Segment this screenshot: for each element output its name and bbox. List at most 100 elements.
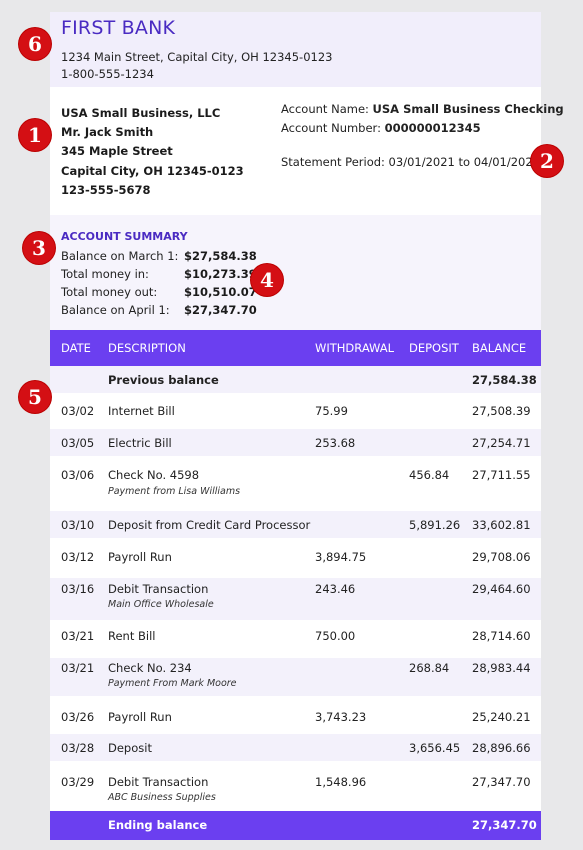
row-balance: 28,714.60	[472, 629, 531, 643]
row-balance: 33,602.81	[472, 518, 531, 532]
row-balance: 28,983.44	[472, 661, 531, 675]
row-balance: 27,711.55	[472, 468, 531, 482]
table-row: 03/05 Electric Bill 253.68 27,254.71	[50, 429, 541, 456]
col-date: DATE	[61, 341, 91, 355]
ending-balance-label: Ending balance	[108, 818, 208, 832]
row-deposit: 5,891.26	[409, 518, 461, 532]
row-date: 03/05	[61, 436, 95, 450]
table-row: 03/12 Payroll Run 3,894.75 29,708.06	[50, 538, 541, 578]
row-balance: 27,254.71	[472, 436, 531, 450]
account-name-line: Account Name: USA Small Business Checkin…	[281, 102, 564, 116]
col-deposit: DEPOSIT	[409, 341, 459, 355]
row-description: Deposit	[108, 741, 152, 755]
row-date: 03/29	[61, 775, 95, 789]
bank-address: 1234 Main Street, Capital City, OH 12345…	[61, 50, 333, 64]
row-description: Rent Bill	[108, 629, 156, 643]
row-description: Check No. 234	[108, 661, 192, 675]
row-subdescription: Payment from Lisa Williams	[108, 486, 241, 497]
previous-balance-row: Previous balance 27,584.38	[50, 366, 541, 393]
row-description: Check No. 4598	[108, 468, 200, 482]
row-description: Payroll Run	[108, 550, 172, 564]
col-withdrawal: WITHDRAWAL	[315, 341, 395, 355]
row-date: 03/06	[61, 468, 95, 482]
previous-balance-label: Previous balance	[108, 373, 219, 387]
summary-title: ACCOUNT SUMMARY	[61, 230, 188, 243]
row-withdrawal: 3,743.23	[315, 710, 367, 724]
table-row: 03/26 Payroll Run 3,743.23 25,240.21	[50, 696, 541, 734]
callout-badge-6: 6	[19, 28, 51, 60]
row-subdescription: Main Office Wholesale	[108, 599, 214, 610]
row-description: Payroll Run	[108, 710, 172, 724]
row-withdrawal: 243.46	[315, 582, 356, 596]
table-row: 03/02 Internet Bill 75.99 27,508.39	[50, 393, 541, 429]
row-description: Debit Transaction	[108, 775, 209, 789]
col-balance: BALANCE	[472, 341, 527, 355]
summary-label: Balance on March 1:	[61, 249, 179, 263]
callout-badge-3: 3	[23, 232, 55, 264]
row-subdescription: Payment From Mark Moore	[108, 678, 237, 689]
account-name-label: Account Name:	[281, 102, 369, 116]
callout-badge-1: 1	[19, 119, 51, 151]
summary-label: Balance on April 1:	[61, 303, 170, 317]
row-date: 03/12	[61, 550, 95, 564]
row-description: Internet Bill	[108, 404, 175, 418]
row-date: 03/02	[61, 404, 95, 418]
summary-value: $10,273.39	[184, 267, 257, 281]
customer-city: Capital City, OH 12345-0123	[61, 164, 244, 178]
summary-label: Total money out:	[61, 285, 158, 299]
bank-phone: 1-800-555-1234	[61, 67, 154, 81]
bank-header: FIRST BANK 1234 Main Street, Capital Cit…	[50, 12, 541, 87]
table-row: 03/29 Debit Transaction ABC Business Sup…	[50, 761, 541, 811]
summary-label: Total money in:	[61, 267, 149, 281]
row-date: 03/21	[61, 661, 95, 675]
row-withdrawal: 1,548.96	[315, 775, 367, 789]
transactions-header: DATE DESCRIPTION WITHDRAWAL DEPOSIT BALA…	[50, 330, 541, 366]
row-subdescription: ABC Business Supplies	[108, 792, 216, 803]
row-deposit: 3,656.45	[409, 741, 461, 755]
account-number-value: 000000012345	[384, 121, 481, 135]
summary-value: $27,584.38	[184, 249, 257, 263]
row-balance: 27,347.70	[472, 775, 531, 789]
row-deposit: 456.84	[409, 468, 450, 482]
table-row: 03/28 Deposit 3,656.45 28,896.66	[50, 734, 541, 761]
row-balance: 29,464.60	[472, 582, 531, 596]
row-withdrawal: 75.99	[315, 404, 348, 418]
row-date: 03/26	[61, 710, 95, 724]
table-row: 03/16 Debit Transaction Main Office Whol…	[50, 578, 541, 620]
summary-value: $10,510.07	[184, 285, 257, 299]
table-row: 03/21 Check No. 234 Payment From Mark Mo…	[50, 658, 541, 696]
row-balance: 27,508.39	[472, 404, 531, 418]
row-date: 03/16	[61, 582, 95, 596]
table-row: 03/21 Rent Bill 750.00 28,714.60	[50, 620, 541, 658]
ending-balance-value: 27,347.70	[472, 818, 537, 832]
previous-balance-value: 27,584.38	[472, 373, 537, 387]
row-withdrawal: 253.68	[315, 436, 356, 450]
row-date: 03/28	[61, 741, 95, 755]
row-balance: 28,896.66	[472, 741, 531, 755]
account-name-value: USA Small Business Checking	[372, 102, 564, 116]
bank-name: FIRST BANK	[61, 17, 176, 39]
ending-balance-row: Ending balance 27,347.70	[50, 811, 541, 840]
account-number-label: Account Number:	[281, 121, 381, 135]
account-number-line: Account Number: 000000012345	[281, 121, 481, 135]
row-withdrawal: 3,894.75	[315, 550, 367, 564]
row-description: Electric Bill	[108, 436, 172, 450]
customer-street: 345 Maple Street	[61, 144, 173, 158]
callout-badge-5: 5	[19, 381, 51, 413]
row-date: 03/10	[61, 518, 95, 532]
statement-period: Statement Period: 03/01/2021 to 04/01/20…	[281, 155, 540, 169]
callout-badge-4: 4	[251, 264, 283, 296]
row-description: Deposit from Credit Card Processor	[108, 518, 311, 532]
row-balance: 29,708.06	[472, 550, 531, 564]
row-balance: 25,240.21	[472, 710, 531, 724]
row-description: Debit Transaction	[108, 582, 209, 596]
row-deposit: 268.84	[409, 661, 450, 675]
callout-badge-2: 2	[531, 145, 563, 177]
row-date: 03/21	[61, 629, 95, 643]
customer-contact: Mr. Jack Smith	[61, 125, 154, 139]
bank-statement: FIRST BANK 1234 Main Street, Capital Cit…	[50, 12, 564, 840]
account-summary: ACCOUNT SUMMARY Balance on March 1: $27,…	[50, 215, 541, 330]
customer-business: USA Small Business, LLC	[61, 106, 221, 120]
col-description: DESCRIPTION	[108, 341, 186, 355]
table-row: 03/10 Deposit from Credit Card Processor…	[50, 511, 541, 538]
